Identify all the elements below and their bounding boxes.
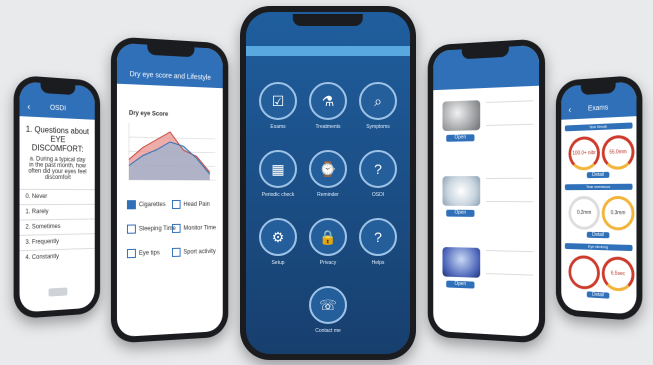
phone-exam-images: Open Open Open [427,38,546,344]
gauge-right: 6.5sec [601,256,635,293]
phone-icon: ☏ [309,286,347,324]
menu-osdi[interactable]: ? OSDI [358,150,398,198]
gauge-left [568,254,600,291]
question-text: a. During a typical day in the past mont… [28,156,87,182]
menu-label: Reminder [317,192,339,198]
open-button[interactable]: Open [446,134,475,142]
menu-helps[interactable]: ? Helps [358,218,398,266]
answer-option[interactable]: 0. Never [19,188,95,205]
screen-title: Dry eye score and Lifestyle [129,71,211,82]
check-cigarettes[interactable]: Cigarettes [126,200,166,210]
osdi-screen: ‹ OSDI 1. Questions about EYE DISCOMFORT… [19,81,95,313]
watch-icon: ⌚ [309,150,347,188]
check-sport-activity[interactable]: Sport activity [171,247,216,257]
menu-reminder[interactable]: ⌚ Reminder [308,150,348,198]
gauge-right: 0.3mm [601,195,635,231]
back-arrow-icon[interactable]: ‹ [568,105,571,115]
menu-contact-me[interactable]: ☏ Contact me [308,286,348,334]
menu-label: Treatments [315,124,341,130]
chart-title: Dry eye Score [128,110,169,118]
calendar-icon: ▦ [259,150,297,188]
section-label: Tear meniscus [585,183,611,190]
checkbox-checked[interactable] [126,200,136,210]
menu-treatments[interactable]: ⚗ Treatments [308,82,348,130]
gauge-left: 0.2mm [568,195,600,231]
menu-label: Symptoms [366,124,390,130]
answer-option[interactable]: 2. Sometimes [19,218,95,235]
header-stripe [246,46,410,56]
menu-label: Privacy [319,260,337,266]
phone-lifestyle: Dry eye score and Lifestyle Dry eye Scor… [110,36,229,344]
open-button[interactable]: Open [446,209,475,217]
check-head-pain[interactable]: Head Pain [171,199,210,209]
menu-symptoms[interactable]: ⌕ Symptoms [358,82,398,130]
text-block [485,177,534,203]
check-label: Monitor Time [183,225,216,232]
exam-image-2 [442,176,481,206]
screen-title: Exams [588,104,609,113]
gauge-right: 55.0mm [601,134,635,170]
check-label: Sleeping Time [138,226,176,233]
main-menu-screen: ☑ Exams ⚗ Treatments ⌕ Symptoms ▦ Periodic c… [246,12,410,354]
checkbox[interactable] [171,223,181,233]
exam-image-1 [442,100,481,132]
screen-title: OSDI [49,104,67,113]
dry-eye-chart [125,119,217,184]
check-label: Head Pain [183,201,210,208]
back-arrow-icon[interactable]: ‹ [27,101,30,111]
checkbox[interactable] [171,247,181,257]
next-button[interactable] [48,287,68,297]
lock-icon: 🔒 [309,218,347,256]
clipboard-icon: ☑ [259,82,297,120]
gear-icon: ⚙ [259,218,297,256]
checkbox[interactable] [126,224,136,234]
exam-results-screen: ‹ Exams Tear Break 100.0+ nibr 55.0mm De… [561,81,637,315]
phone-main-menu: ☑ Exams ⚗ Treatments ⌕ Symptoms ▦ Periodic c… [240,6,416,360]
exam-image-3 [442,247,481,278]
menu-privacy[interactable]: 🔒 Privacy [308,218,348,266]
lifestyle-area [128,141,210,181]
detail-button[interactable]: Detail [586,171,610,179]
lifestyle-screen: Dry eye score and Lifestyle Dry eye Scor… [116,42,223,338]
check-monitor-time[interactable]: Monitor Time [171,223,216,233]
person-question-icon: ? [359,150,397,188]
menu-label: Periodic check [261,192,295,198]
app-showcase: ‹ OSDI 1. Questions about EYE DISCOMFORT… [0,0,653,365]
menu-label: Setup [271,260,285,266]
check-label: Eye tips [138,250,160,257]
text-block [485,100,534,126]
menu-label: OSDI [371,192,385,198]
notch [292,14,364,26]
open-button[interactable]: Open [446,280,475,289]
check-label: Sport activity [183,248,216,256]
check-label: Cigarettes [138,202,166,209]
menu-label: Contact me [315,328,341,334]
checkbox[interactable] [126,248,136,259]
checkbox[interactable] [171,199,181,209]
gauge-left: 100.0+ nibr [568,135,600,171]
phone-osdi: ‹ OSDI 1. Questions about EYE DISCOMFORT… [13,74,101,320]
menu-setup[interactable]: ⚙ Setup [258,218,298,266]
exam-images-screen: Open Open Open [433,44,540,338]
detail-button[interactable]: Detail [586,231,610,239]
menu-label: Exams [270,124,286,130]
person-search-icon: ⌕ [359,82,397,120]
text-block [485,250,534,276]
question-title: 1. Questions about EYE DISCOMFORT: [25,124,89,154]
answer-option[interactable]: 1. Rarely [19,203,95,220]
answer-option[interactable]: 4. Constantly [19,247,95,266]
detail-button[interactable]: Detail [586,291,610,299]
menu-label: Helps [371,260,385,266]
phone-exam-results: ‹ Exams Tear Break 100.0+ nibr 55.0mm De… [555,74,643,322]
menu-exams[interactable]: ☑ Exams [258,82,298,130]
check-sleeping-time[interactable]: Sleeping Time [126,224,176,234]
help-icon: ? [359,218,397,256]
check-eye-tips[interactable]: Eye tips [126,248,160,259]
menu-periodic-check[interactable]: ▦ Periodic check [258,150,298,198]
bottle-icon: ⚗ [309,82,347,120]
